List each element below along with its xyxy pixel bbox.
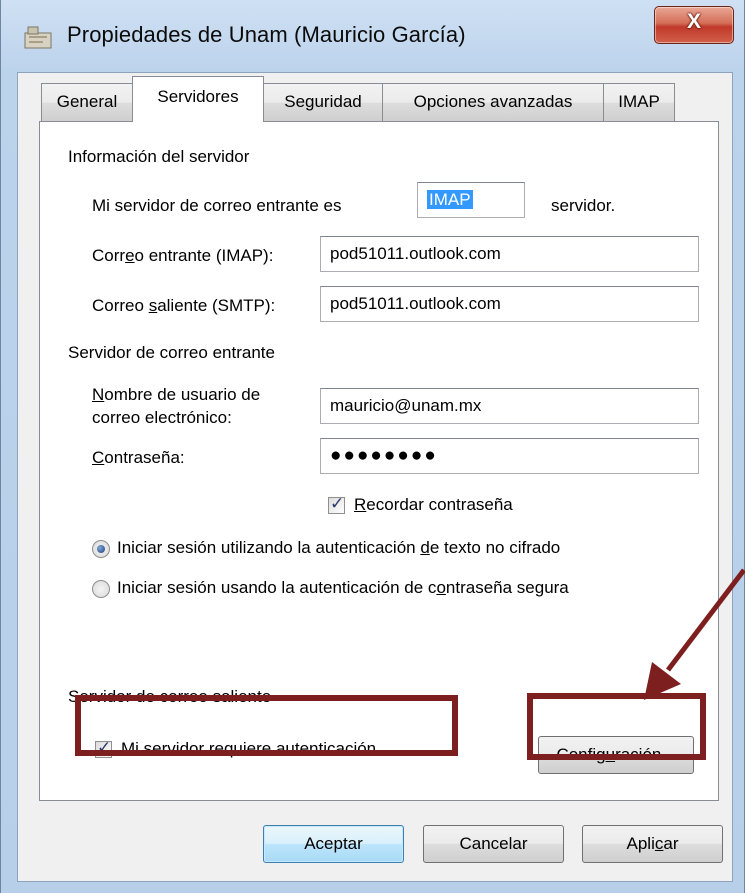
annotation-arrow-icon <box>644 568 745 700</box>
properties-dialog: Propiedades de Unam (Mauricio García) X … <box>0 0 745 893</box>
